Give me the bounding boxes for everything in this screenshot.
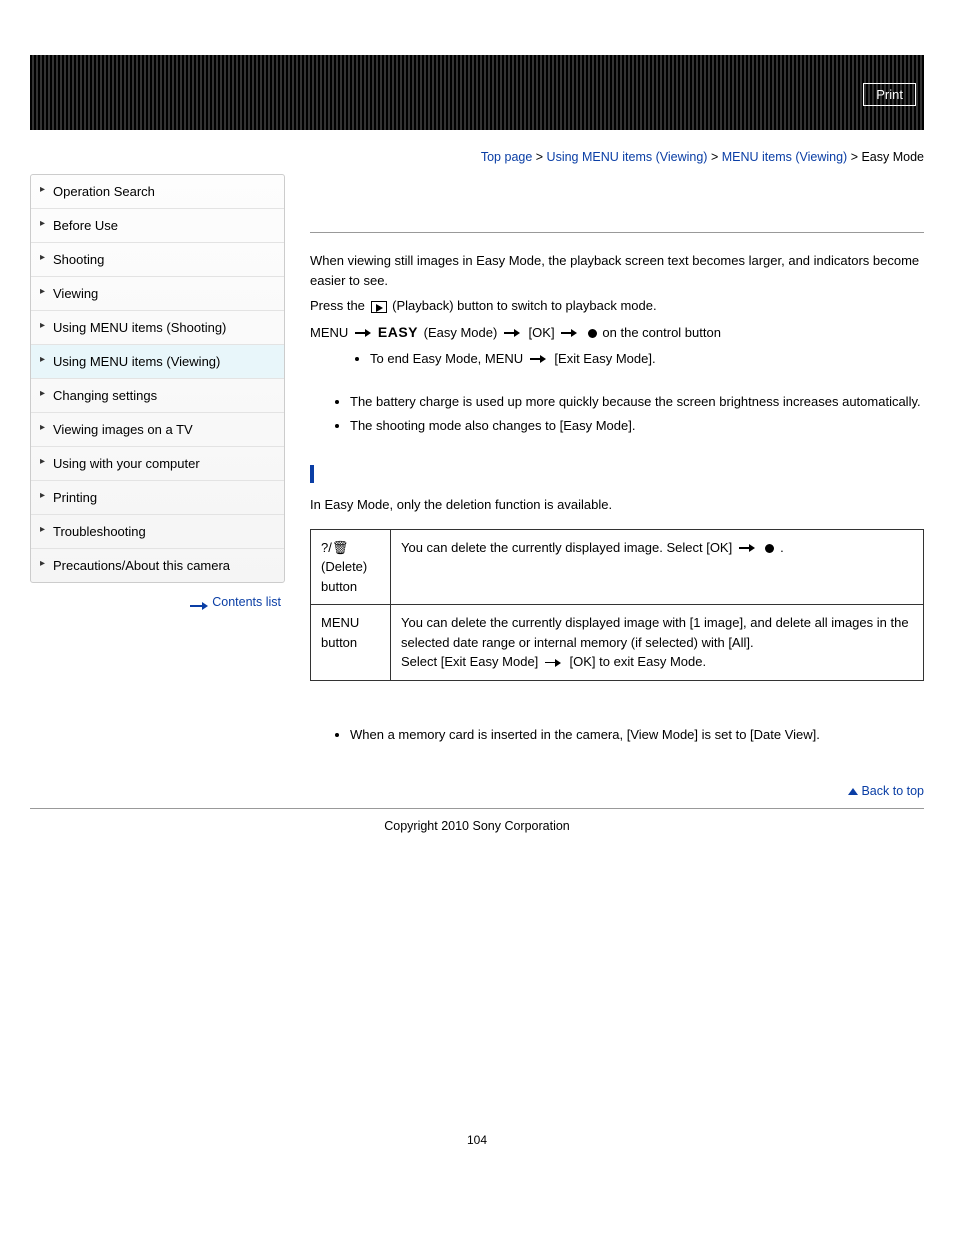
functions-table: ?/🗑 (Delete) button You can delete the c… [310,529,924,681]
divider [310,232,924,233]
arrow-right-icon [190,602,208,603]
sidebar-item-troubleshooting[interactable]: Troubleshooting [31,515,284,549]
cell-menu-desc: You can delete the currently displayed i… [391,605,924,681]
back-to-top-link[interactable]: Back to top [861,784,924,798]
end-easy-list: To end Easy Mode, MENU [Exit Easy Mode]. [370,349,924,369]
page-number: 104 [30,1133,924,1147]
table-row: MENU button You can delete the currently… [311,605,924,681]
main-content: When viewing still images in Easy Mode, … [310,174,924,804]
sidebar-item-viewing[interactable]: Viewing [31,277,284,311]
playback-icon [371,301,387,313]
sidebar-item-printing[interactable]: Printing [31,481,284,515]
arrow-icon [739,544,757,552]
end-easy-item: To end Easy Mode, MENU [Exit Easy Mode]. [370,349,924,369]
sidebar-item-menu-viewing[interactable]: Using MENU items (Viewing) [31,345,284,379]
sidebar: Operation Search Before Use Shooting Vie… [30,174,285,583]
copyright-text: Copyright 2010 Sony Corporation [30,819,924,833]
final-notes: When a memory card is inserted in the ca… [350,725,924,745]
arrow-icon [530,355,548,363]
back-to-top-wrap: Back to top [310,784,924,798]
sidebar-item-menu-shooting[interactable]: Using MENU items (Shooting) [31,311,284,345]
step-menu-easy: MENU EASY (Easy Mode) [OK] on the contro… [310,322,924,343]
notes-list: The battery charge is used up more quick… [350,392,924,435]
sidebar-item-precautions[interactable]: Precautions/About this camera [31,549,284,582]
contents-list-link[interactable]: Contents list [212,595,281,609]
arrow-icon [355,329,373,337]
functions-intro: In Easy Mode, only the deletion function… [310,495,924,515]
sidebar-item-changing-settings[interactable]: Changing settings [31,379,284,413]
contents-list-link-wrap: Contents list [30,595,281,609]
step-press-playback: Press the (Playback) button to switch to… [310,296,924,316]
intro-text: When viewing still images in Easy Mode, … [310,251,924,290]
note-shooting-mode: The shooting mode also changes to [Easy … [350,416,924,436]
breadcrumb: Top page > Using MENU items (Viewing) > … [30,150,924,164]
center-button-icon [765,544,774,553]
print-button[interactable]: Print [863,83,916,106]
easy-icon: EASY [378,324,418,340]
sidebar-item-images-tv[interactable]: Viewing images on a TV [31,413,284,447]
cell-delete-button: ?/🗑 (Delete) button [311,529,391,605]
footer-divider [30,808,924,809]
header-banner: Print [30,55,924,130]
breadcrumb-l1[interactable]: Using MENU items (Viewing) [547,150,708,164]
arrow-icon [545,659,563,667]
help-trash-icon: ?/🗑 [321,540,348,555]
sidebar-item-operation-search[interactable]: Operation Search [31,175,284,209]
center-button-icon [588,329,597,338]
cell-menu-button: MENU button [311,605,391,681]
sidebar-item-computer[interactable]: Using with your computer [31,447,284,481]
table-row: ?/🗑 (Delete) button You can delete the c… [311,529,924,605]
cell-delete-desc: You can delete the currently displayed i… [391,529,924,605]
final-note-viewmode: When a memory card is inserted in the ca… [350,725,924,745]
section-bar [310,465,924,483]
sidebar-item-shooting[interactable]: Shooting [31,243,284,277]
breadcrumb-top[interactable]: Top page [481,150,532,164]
sidebar-item-before-use[interactable]: Before Use [31,209,284,243]
triangle-up-icon [848,788,858,795]
arrow-icon [504,329,522,337]
breadcrumb-l2[interactable]: MENU items (Viewing) [722,150,848,164]
arrow-icon [561,329,579,337]
breadcrumb-current: Easy Mode [861,150,924,164]
note-battery: The battery charge is used up more quick… [350,392,924,412]
